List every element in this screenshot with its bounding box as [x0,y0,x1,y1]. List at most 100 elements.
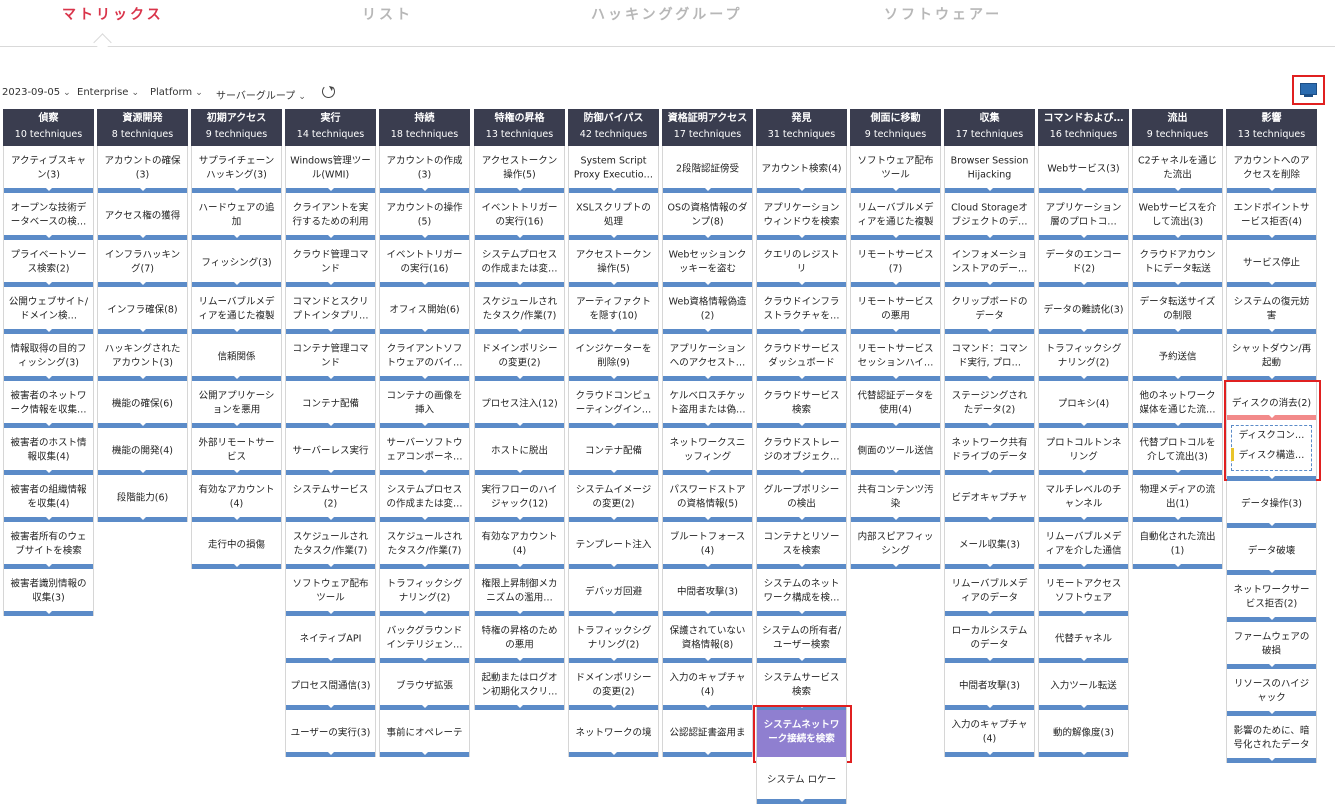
technique-cell[interactable]: 公認認証書盗用ま [662,710,753,757]
technique-cell[interactable]: Webセッションクッキーを盗む [662,240,753,287]
tactic-header[interactable]: 特権の昇格 13 techniques [474,109,565,146]
technique-cell[interactable]: データ操作(3) [1226,481,1317,528]
technique-cell[interactable]: 側面のツール送信 [850,428,941,475]
technique-cell[interactable]: Windows管理ツール(WMI) [285,146,376,193]
technique-cell[interactable]: 機能の確保(6) [97,381,188,428]
technique-cell[interactable]: ソフトウェア配布ツール [285,569,376,616]
tactic-header[interactable]: 影響 13 techniques [1226,109,1317,146]
technique-cell[interactable]: 事前にオペレーテ [379,710,470,757]
technique-cell[interactable]: 権限上昇制御メカニズムの濫用… [474,569,565,616]
filter-date[interactable]: 2023-09-05 ⌄ [2,87,71,98]
technique-cell[interactable]: リモートサービスの悪用 [850,287,941,334]
technique-cell[interactable]: ブラウザ拡張 [379,663,470,710]
technique-cell[interactable]: 動的解像度(3) [1038,710,1129,757]
technique-cell[interactable]: 代替認証データを使用(4) [850,381,941,428]
technique-cell[interactable]: スケジュールされたタスク/作業(7) [379,522,470,569]
technique-cell[interactable]: プロセス間通信(3) [285,663,376,710]
technique-cell[interactable]: 被害者の組織情報を収集(4) [3,475,94,522]
technique-cell[interactable]: クラウドアカウントにデータ転送 [1132,240,1223,287]
technique-cell[interactable]: テンプレート注入 [568,522,659,569]
technique-cell[interactable]: データの難読化(3) [1038,287,1129,334]
technique-cell[interactable]: 公開アプリケーションを悪用 [191,381,282,428]
technique-cell[interactable]: プロセス注入(12) [474,381,565,428]
technique-cell[interactable]: リモートサービス(7) [850,240,941,287]
technique-cell[interactable]: アプリケーション層のプロトコ… [1038,193,1129,240]
technique-cell[interactable]: ハードウェアの追加 [191,193,282,240]
technique-cell[interactable]: ソフトウェア配布ツール [850,146,941,193]
technique-cell[interactable]: インフォメーションストアのデー… [944,240,1035,287]
technique-cell[interactable]: システムの復元妨害 [1226,287,1317,334]
technique-cell[interactable]: サーバーレス実行 [285,428,376,475]
technique-cell[interactable]: システムサービス検索 [756,663,847,710]
expand-bar[interactable] [1227,415,1316,420]
technique-cell[interactable]: プライベートソース検索(2) [3,240,94,287]
sub-technique-item[interactable]: ディスクコン… [1232,426,1311,446]
expand-bar[interactable] [1039,752,1128,757]
technique-cell[interactable]: 信頼関係 [191,334,282,381]
technique-cell[interactable]: クラウド管理コマンド [285,240,376,287]
technique-cell[interactable]: 情報取得の目的フィッシング(3) [3,334,94,381]
tactic-header[interactable]: 資源開発 8 techniques [97,109,188,146]
technique-cell[interactable]: システムのネットワーク構成を検… [756,569,847,616]
technique-cell[interactable]: Webサービスを介して流出(3) [1132,193,1223,240]
technique-cell[interactable]: Cloud Storageオブジェクトのデ… [944,193,1035,240]
technique-cell[interactable]: プロトコルトンネリング [1038,428,1129,475]
technique-cell[interactable]: 保護されていない資格情報(8) [662,616,753,663]
expand-bar[interactable] [1227,758,1316,763]
expand-bar[interactable] [475,705,564,710]
technique-cell[interactable]: アプリケーションへのアクセスト… [662,334,753,381]
tab-list[interactable]: リスト [362,4,413,24]
tactic-header[interactable]: 持続 18 techniques [379,109,470,146]
technique-cell[interactable]: アプリケーションウィンドウを検索 [756,193,847,240]
technique-cell[interactable]: エンドポイントサービス拒否(4) [1226,193,1317,240]
expand-bar[interactable] [192,564,281,569]
technique-cell[interactable]: リモートアクセスソフトウェア [1038,569,1129,616]
technique-cell[interactable]: コマンドとスクリプトインタプリ… [285,287,376,334]
technique-cell[interactable]: サーバーソフトウェアコンポーネ… [379,428,470,475]
technique-cell[interactable]: インジケーターを削除(9) [568,334,659,381]
technique-cell[interactable]: インフラ確保(8) [97,287,188,334]
tactic-header[interactable]: 防御バイパス 42 techniques [568,109,659,146]
technique-cell[interactable]: クラウドサービスダッシュボード [756,334,847,381]
technique-cell[interactable]: 機能の開発(4) [97,428,188,475]
technique-cell[interactable]: 予約送信 [1132,334,1223,381]
technique-cell[interactable]: Webサービス(3) [1038,146,1129,193]
technique-cell[interactable]: 中間者攻撃(3) [662,569,753,616]
tactic-header[interactable]: 資格証明アクセス 17 techniques [662,109,753,146]
technique-cell[interactable]: システムネットワーク接続を検索 [753,705,852,763]
tactic-header[interactable]: コマンドおよび… 16 techniques [1038,109,1129,146]
technique-cell[interactable]: 起動またはログオン初期化スクリ… [474,663,565,710]
expand-bar[interactable] [1133,564,1222,569]
technique-cell[interactable]: 入力のキャプチャ(4) [662,663,753,710]
technique-cell[interactable]: 内部スピアフィッシング [850,522,941,569]
technique-cell[interactable]: アカウントへのアクセスを削除 [1226,146,1317,193]
technique-cell[interactable]: フィッシング(3) [191,240,282,287]
technique-cell[interactable]: 有効なアカウント(4) [191,475,282,522]
technique-cell[interactable]: サプライチェーンハッキング(3) [191,146,282,193]
technique-cell[interactable]: リムーバブルメディアを通じた複製 [191,287,282,334]
technique-cell[interactable]: コンテナ管理コマンド [285,334,376,381]
technique-cell[interactable]: ネットワーク共有ドライブのデータ [944,428,1035,475]
tactic-header[interactable]: 実行 14 techniques [285,109,376,146]
technique-cell[interactable]: システムイメージの変更(2) [568,475,659,522]
technique-cell[interactable]: ユーザーの実行(3) [285,710,376,757]
tab-hacking-groups[interactable]: ハッキンググループ [591,4,742,24]
technique-cell[interactable]: データ転送サイズの制限 [1132,287,1223,334]
technique-cell[interactable]: アクセストークン操作(5) [474,146,565,193]
technique-cell[interactable]: アカウントの操作(5) [379,193,470,240]
technique-cell[interactable]: サービス停止 [1226,240,1317,287]
technique-cell[interactable]: 被害者のネットワーク情報を収集… [3,381,94,428]
technique-cell[interactable]: パスワードストアの資格情報(5) [662,475,753,522]
technique-cell[interactable]: クラウドインフラストラクチャを… [756,287,847,334]
technique-cell[interactable]: 有効なアカウント(4) [474,522,565,569]
technique-cell[interactable]: ファームウェアの破損 [1226,622,1317,669]
technique-cell[interactable]: システムの所有者/ユーザー検索 [756,616,847,663]
technique-cell[interactable]: トラフィックシグナリング(2) [379,569,470,616]
technique-cell[interactable]: コンテナの画像を挿入 [379,381,470,428]
technique-cell[interactable]: リムーバブルメディアのデータ [944,569,1035,616]
tactic-header[interactable]: 初期アクセス 9 techniques [191,109,282,146]
technique-cell[interactable]: ドメインポリシーの変更(2) [474,334,565,381]
expand-bar[interactable] [851,564,940,569]
tactic-header[interactable]: 側面に移動 9 techniques [850,109,941,146]
technique-cell[interactable]: 代替プロトコルを介して流出(3) [1132,428,1223,475]
